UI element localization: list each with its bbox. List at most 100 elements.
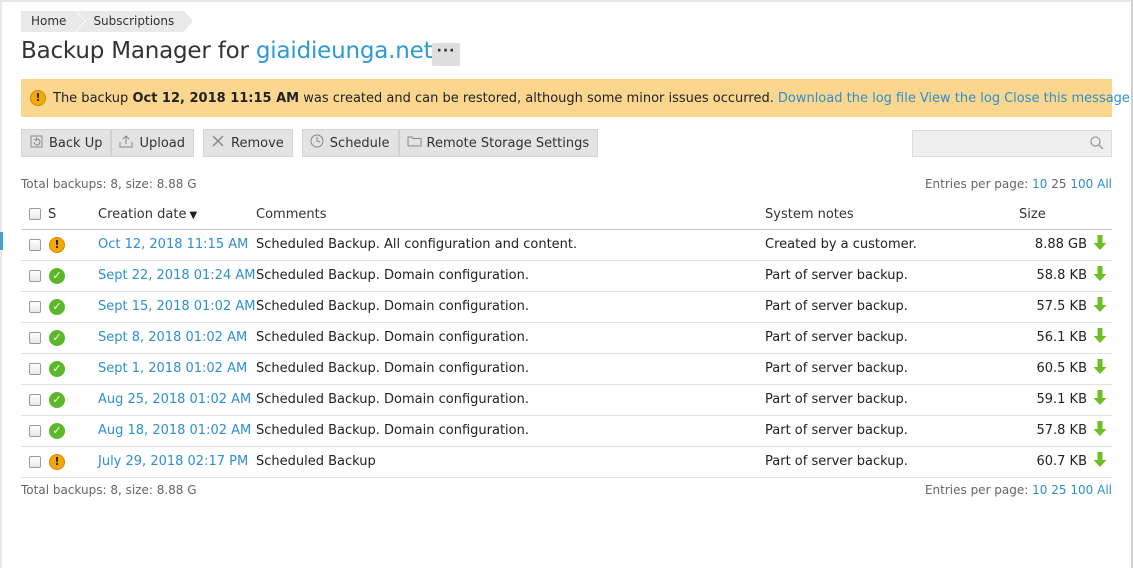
download-arrow-icon[interactable]: [1093, 296, 1107, 317]
row-select-cell: [21, 446, 48, 478]
download-arrow-icon[interactable]: [1093, 234, 1107, 255]
page-size-100[interactable]: 100: [1070, 177, 1093, 191]
comment-cell: Scheduled Backup. Domain configuration.: [256, 260, 765, 292]
schedule-button[interactable]: Schedule: [301, 129, 399, 157]
more-actions-button[interactable]: ···: [432, 43, 460, 66]
page-size-10[interactable]: 10: [1032, 177, 1047, 191]
success-icon: ✓: [49, 422, 65, 439]
creation-date-column-header[interactable]: Creation date ▼: [98, 200, 256, 230]
page-size-10[interactable]: 10: [1032, 483, 1047, 497]
select-all-cell: [21, 200, 48, 230]
creation-date-cell: Sept 8, 2018 01:02 AM: [98, 322, 256, 354]
row-checkbox[interactable]: [29, 393, 41, 406]
status-cell: !: [48, 446, 98, 478]
search-box: [912, 130, 1112, 157]
search-icon[interactable]: [1090, 136, 1104, 150]
view-log-link[interactable]: View the log: [920, 91, 1000, 106]
folder-icon: [407, 135, 422, 151]
download-arrow-icon[interactable]: [1093, 265, 1107, 286]
comment-cell: Scheduled Backup. Domain configuration.: [256, 384, 765, 416]
row-checkbox[interactable]: [29, 455, 41, 468]
remove-button[interactable]: Remove: [203, 129, 293, 157]
warning-icon: !: [49, 236, 65, 253]
select-all-checkbox[interactable]: [29, 208, 41, 221]
creation-date-cell: Sept 22, 2018 01:24 AM: [98, 260, 256, 292]
backup-button[interactable]: Back Up: [21, 129, 112, 157]
row-checkbox[interactable]: [29, 362, 41, 375]
download-arrow-icon[interactable]: [1093, 389, 1107, 410]
system-notes-column-header[interactable]: System notes: [765, 200, 1019, 230]
size-cell: 56.1 KB: [1019, 322, 1087, 354]
status-cell: ✓: [48, 291, 98, 323]
download-cell: [1087, 291, 1112, 323]
backup-date-link[interactable]: Oct 12, 2018 11:15 AM: [98, 237, 248, 252]
sort-descending-icon: ▼: [189, 209, 198, 221]
breadcrumb-subscriptions[interactable]: Subscriptions: [77, 11, 195, 32]
creation-date-cell: Oct 12, 2018 11:15 AM: [98, 229, 256, 261]
download-cell: [1087, 415, 1112, 447]
page-title: Backup Manager for giaidieunga.net: [21, 38, 433, 64]
download-arrow-icon[interactable]: [1093, 358, 1107, 379]
backup-date-link[interactable]: Sept 15, 2018 01:02 AM: [98, 299, 255, 314]
page-size-25[interactable]: 25: [1051, 483, 1066, 497]
size-cell: 59.1 KB: [1019, 384, 1087, 416]
table-row: ✓ Aug 18, 2018 01:02 AM Scheduled Backup. …: [21, 415, 1112, 447]
page-size-all[interactable]: All: [1097, 177, 1112, 191]
system-notes-cell: Created by a customer.: [765, 229, 1019, 261]
download-arrow-icon[interactable]: [1093, 420, 1107, 441]
row-checkbox[interactable]: [29, 269, 41, 282]
warning-icon: !: [49, 453, 65, 470]
clock-icon: [310, 134, 324, 152]
row-checkbox[interactable]: [29, 424, 41, 437]
backup-date-link[interactable]: Aug 25, 2018 01:02 AM: [98, 392, 251, 407]
download-arrow-icon[interactable]: [1093, 451, 1107, 472]
upload-icon: [119, 134, 133, 152]
download-log-link[interactable]: Download the log file: [778, 91, 916, 106]
comment-cell: Scheduled Backup. Domain configuration.: [256, 322, 765, 354]
backup-button-label: Back Up: [49, 135, 103, 151]
backup-icon: [29, 135, 43, 152]
breadcrumb-home[interactable]: Home: [21, 11, 87, 32]
search-input[interactable]: [913, 131, 1083, 156]
comments-column-header[interactable]: Comments: [256, 200, 765, 230]
page-title-prefix: Backup Manager for: [21, 38, 256, 64]
window-top-border: [0, 0, 1133, 2]
comment-cell: Scheduled Backup. All configuration and …: [256, 229, 765, 261]
row-checkbox[interactable]: [29, 331, 41, 344]
backup-summary-top: Total backups: 8, size: 8.88 G: [21, 177, 197, 191]
breadcrumb-subscriptions-label: Subscriptions: [93, 14, 175, 28]
table-row: ✓ Sept 15, 2018 01:02 AM Scheduled Backup.…: [21, 291, 1112, 323]
close-message-link[interactable]: Close this message: [1004, 91, 1130, 106]
size-cell: 57.8 KB: [1019, 415, 1087, 447]
page-size-25[interactable]: 25: [1051, 177, 1066, 191]
size-cell: 8.88 GB: [1019, 229, 1087, 261]
backup-date-link[interactable]: July 29, 2018 02:17 PM: [98, 454, 248, 469]
download-arrow-icon[interactable]: [1093, 327, 1107, 348]
page-size-all[interactable]: All: [1097, 483, 1112, 497]
backup-date-link[interactable]: Sept 8, 2018 01:02 AM: [98, 330, 247, 345]
row-checkbox[interactable]: [29, 238, 41, 251]
status-column-header[interactable]: S: [48, 200, 98, 230]
alert-text-before: The backup: [53, 90, 133, 106]
schedule-button-label: Schedule: [329, 135, 390, 151]
remote-storage-settings-button[interactable]: Remote Storage Settings: [398, 129, 599, 157]
comment-cell: Scheduled Backup. Domain configuration.: [256, 415, 765, 447]
page-size-100[interactable]: 100: [1070, 483, 1093, 497]
size-column-header[interactable]: Size: [1019, 200, 1087, 230]
table-row: ✓ Sept 1, 2018 01:02 AM Scheduled Backup. …: [21, 353, 1112, 385]
page-title-domain-link[interactable]: giaidieunga.net: [256, 38, 433, 64]
row-select-cell: [21, 291, 48, 323]
entries-per-page-label: Entries per page:: [924, 177, 1029, 191]
upload-button[interactable]: Upload: [111, 129, 195, 157]
backup-date-link[interactable]: Aug 18, 2018 01:02 AM: [98, 423, 251, 438]
creation-date-cell: July 29, 2018 02:17 PM: [98, 446, 256, 478]
status-cell: ✓: [48, 384, 98, 416]
entries-per-page-label: Entries per page:: [924, 483, 1029, 497]
backup-date-link[interactable]: Sept 22, 2018 01:24 AM: [98, 268, 255, 283]
row-checkbox[interactable]: [29, 300, 41, 313]
backup-date-link[interactable]: Sept 1, 2018 01:02 AM: [98, 361, 247, 376]
upload-button-label: Upload: [139, 135, 186, 151]
entries-per-page-top: Entries per page: 10 25 100 All: [925, 177, 1112, 191]
download-cell: [1087, 353, 1112, 385]
warning-message: ! The backup Oct 12, 2018 11:15 AM was c…: [21, 79, 1130, 117]
